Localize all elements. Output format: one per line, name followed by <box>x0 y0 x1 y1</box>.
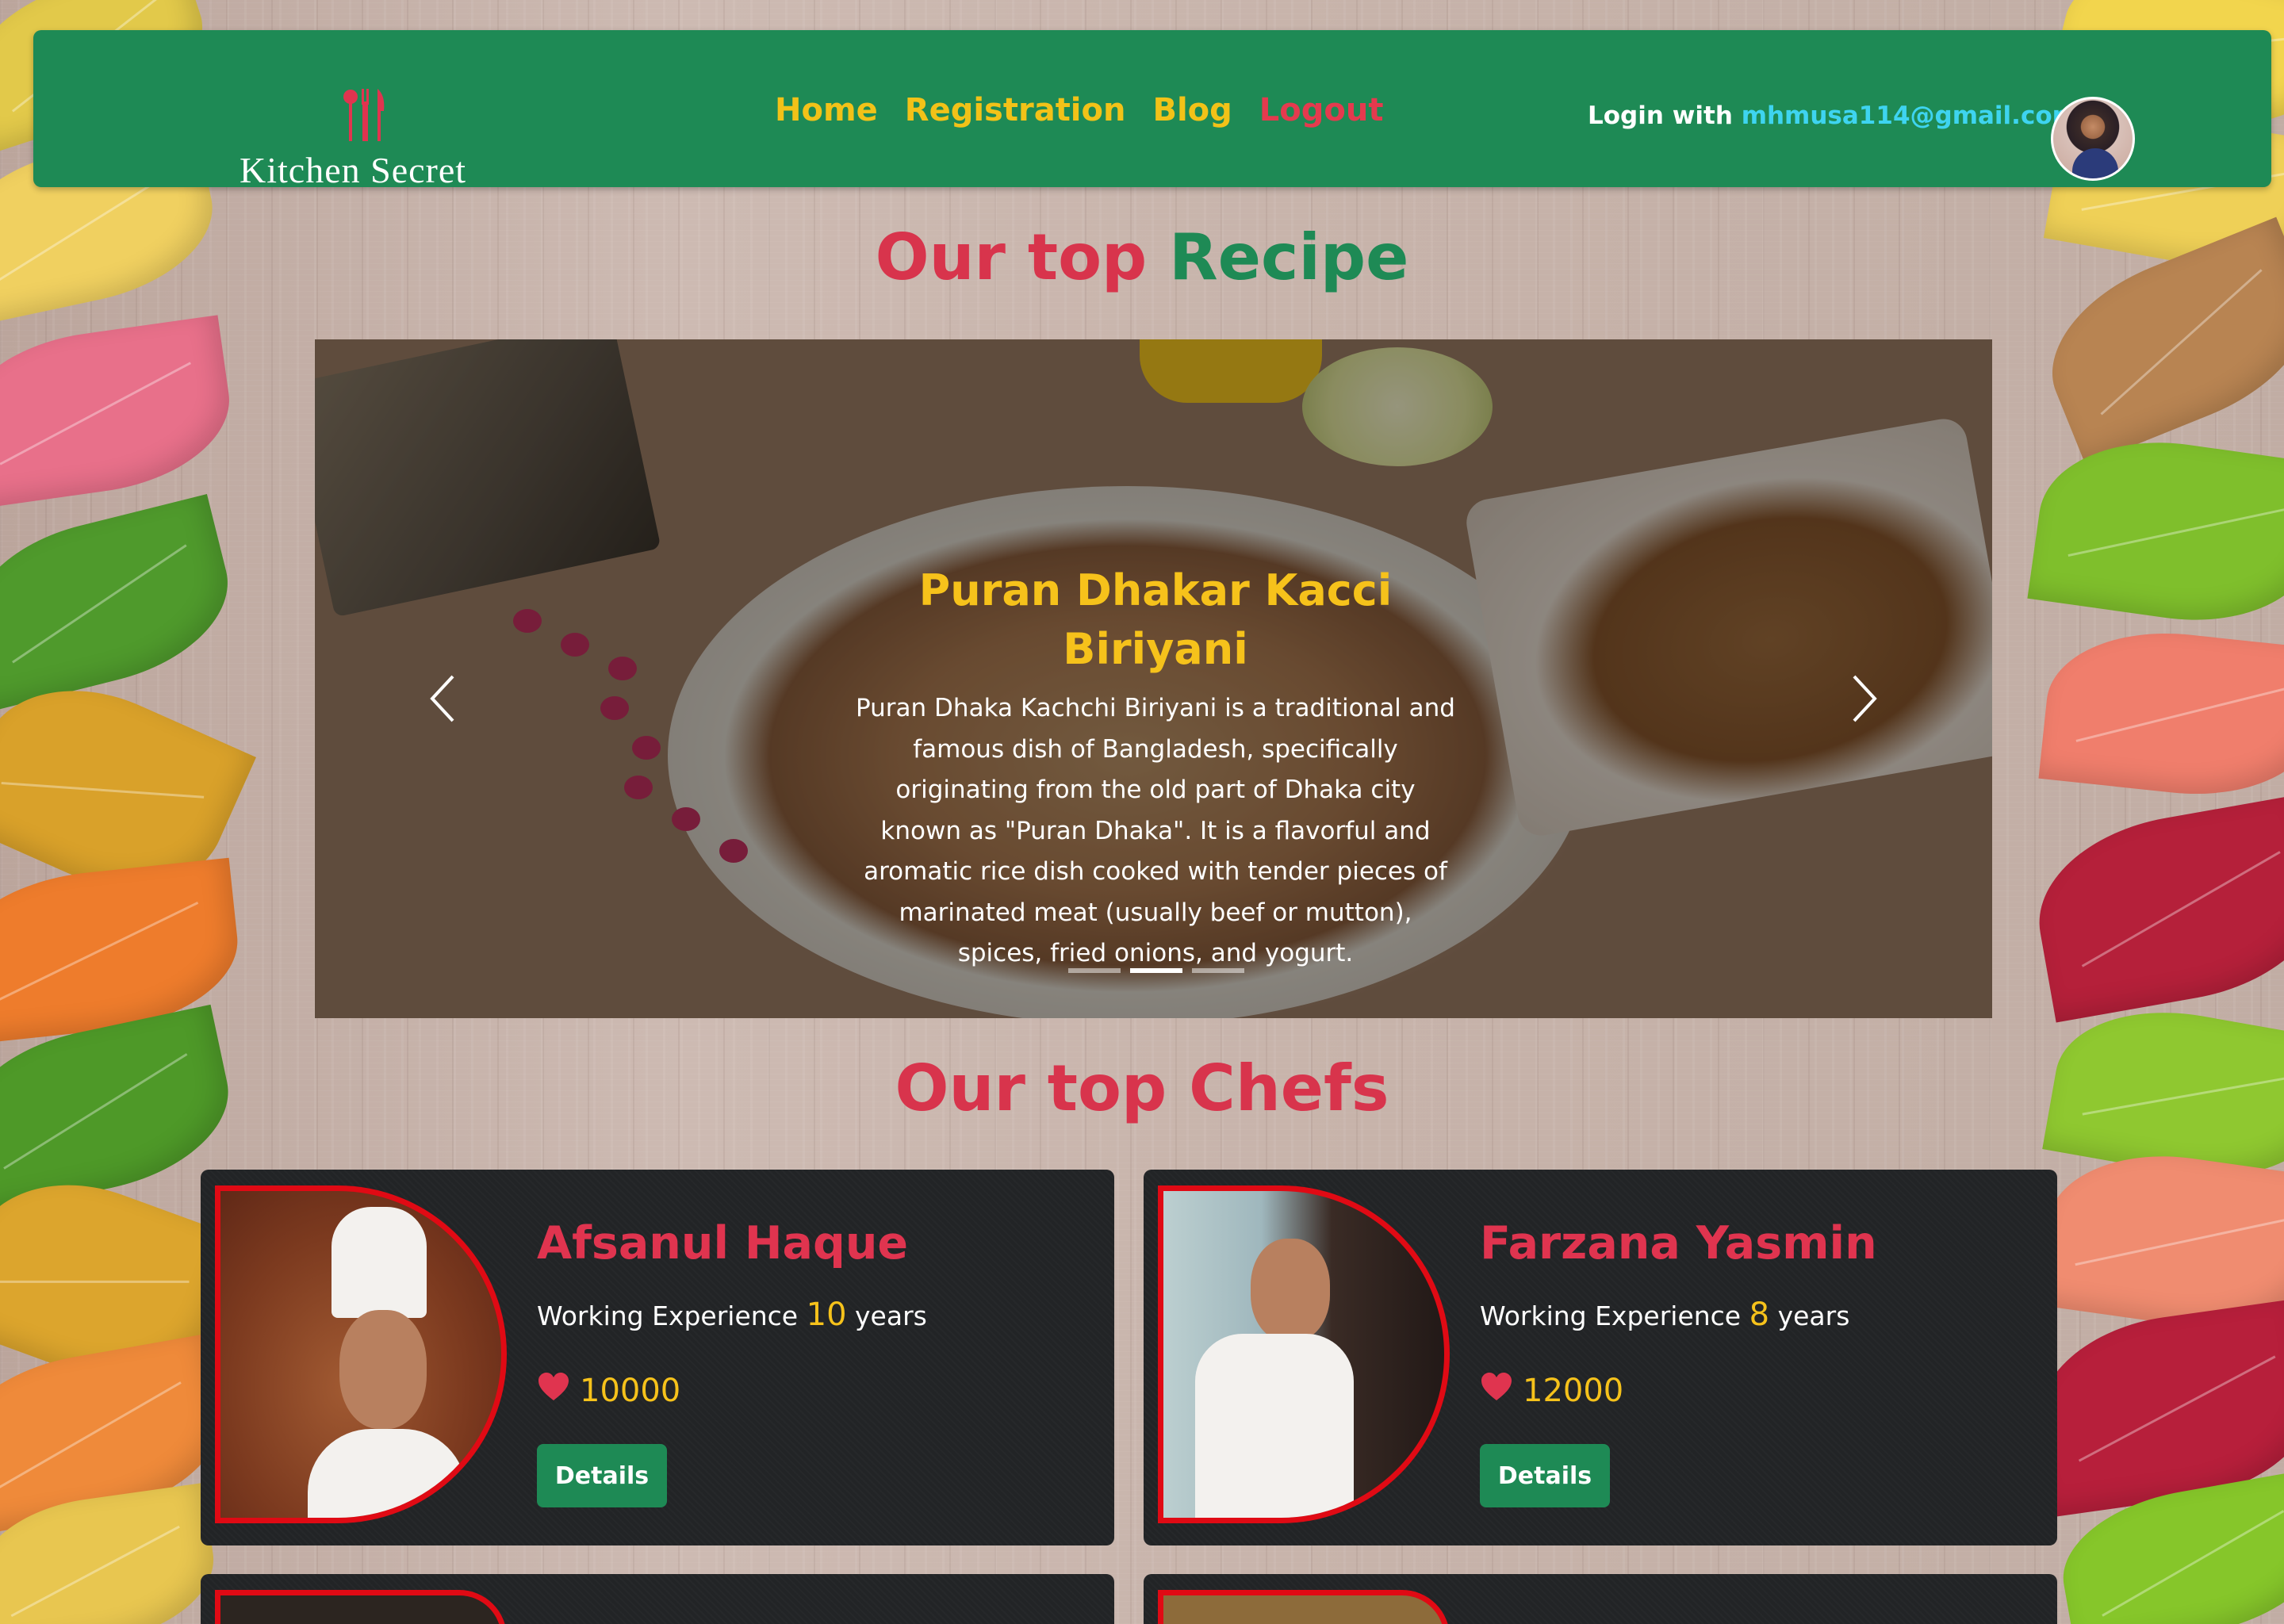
recipes-section-title: Our top Recipe <box>0 220 2284 294</box>
brand-logo[interactable]: Kitchen Secret <box>208 54 493 190</box>
carousel-indicator-3[interactable] <box>1192 968 1244 973</box>
chef-experience: Working Experience 8 years <box>1480 1297 1849 1333</box>
experience-years: 10 <box>806 1297 847 1333</box>
experience-unit: years <box>855 1300 927 1331</box>
nav-link-blog[interactable]: Blog <box>1152 92 1232 128</box>
user-avatar[interactable] <box>2051 97 2135 181</box>
carousel-indicator-2[interactable] <box>1130 968 1182 973</box>
chef-photo <box>1158 1590 1450 1624</box>
carousel-indicator-1[interactable] <box>1068 968 1121 973</box>
recipes-title-part1: Our top <box>875 220 1148 294</box>
login-status: Login with mhmusa114@gmail.com <box>1588 102 2078 130</box>
nav-link-logout[interactable]: Logout <box>1259 92 1384 128</box>
experience-unit: years <box>1777 1300 1850 1331</box>
chef-photo <box>215 1185 507 1523</box>
chef-name: Afsanul Haque <box>537 1217 909 1270</box>
chef-card <box>201 1574 1114 1624</box>
chef-name: Farzana Yasmin <box>1480 1217 1877 1270</box>
chef-card: Afsanul Haque Working Experience 10 year… <box>201 1170 1114 1545</box>
chevron-right-icon <box>1851 673 1880 728</box>
chef-photo <box>1158 1185 1450 1523</box>
carousel-next-button[interactable] <box>1841 665 1889 736</box>
experience-years: 8 <box>1749 1297 1770 1333</box>
chef-card: Farzana Yasmin Working Experience 8 year… <box>1144 1170 2057 1545</box>
recipe-description: Puran Dhaka Kachchi Biriyani is a tradit… <box>856 694 1455 967</box>
nav-link-home[interactable]: Home <box>775 92 878 128</box>
likes-count: 10000 <box>580 1373 681 1409</box>
recipes-title-part2: Recipe <box>1169 220 1409 294</box>
chefs-section-title: Our top Chefs <box>895 1051 1389 1125</box>
chef-details-button[interactable]: Details <box>1480 1444 1610 1507</box>
carousel-indicators <box>1068 968 1244 973</box>
likes-count: 12000 <box>1523 1373 1624 1409</box>
chef-details-button[interactable]: Details <box>537 1444 667 1507</box>
chef-photo <box>215 1590 507 1624</box>
brand-name: Kitchen Secret <box>240 150 467 190</box>
experience-label: Working Experience <box>537 1300 799 1331</box>
recipe-title: Puran Dhakar Kacci Biriyani <box>918 565 1393 674</box>
experience-label: Working Experience <box>1480 1300 1742 1331</box>
top-navbar: Kitchen Secret Home Registration Blog Lo… <box>33 30 2271 190</box>
carousel-caption: Puran Dhakar Kacci Biriyani Puran Dhaka … <box>854 561 1457 975</box>
carousel-prev-button[interactable] <box>418 665 466 736</box>
login-email: mhmusa114@gmail.com <box>1741 102 2078 130</box>
chevron-left-icon <box>427 673 456 728</box>
chef-card <box>1144 1574 2057 1624</box>
chef-likes: 10000 <box>537 1372 680 1410</box>
recipe-carousel: Puran Dhakar Kacci Biriyani Puran Dhaka … <box>315 339 1992 1018</box>
chef-experience: Working Experience 10 years <box>537 1297 927 1333</box>
login-prefix: Login with <box>1588 102 1733 130</box>
heart-icon <box>1480 1372 1513 1410</box>
main-nav: Home Registration Blog Logout <box>775 92 1383 128</box>
chef-likes: 12000 <box>1480 1372 1623 1410</box>
fork-spoon-knife-icon <box>341 87 389 147</box>
heart-icon <box>537 1372 570 1410</box>
nav-link-registration[interactable]: Registration <box>905 92 1126 128</box>
